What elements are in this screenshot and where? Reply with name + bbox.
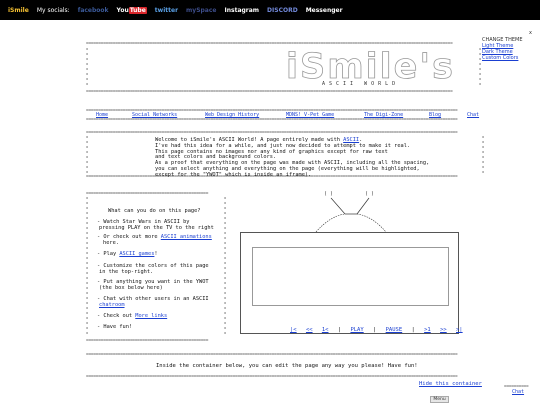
main-nav: ========================================… bbox=[86, 108, 486, 122]
tv-screen bbox=[240, 232, 459, 334]
menu-button[interactable]: Menu bbox=[430, 396, 449, 403]
nav-web-design-history[interactable]: Web Design History bbox=[205, 112, 259, 118]
first-frame-button[interactable]: |< bbox=[290, 327, 297, 333]
youtube-link[interactable]: YouTube bbox=[116, 6, 147, 14]
custom-colors-link[interactable]: Custom Colors bbox=[482, 55, 536, 61]
info-border-bottom: ========================================… bbox=[86, 374, 458, 379]
twitter-link[interactable]: twitter bbox=[155, 7, 178, 14]
list-border-bottom: ========================================… bbox=[86, 338, 209, 343]
tv-controls: |< << 1< | PLAY | PAUSE | >1 >> >| bbox=[290, 327, 469, 333]
nav-chat[interactable]: Chat bbox=[467, 112, 479, 118]
games-text: - Play bbox=[97, 251, 120, 257]
list-title: What can you do on this page? bbox=[108, 208, 201, 214]
list-border-right: = = = = = = = = = = = = = = = = = = = = = = = = = = = = bbox=[224, 196, 227, 336]
site-subtitle: ASCII WORLD bbox=[322, 81, 400, 87]
list-item-ywot-2: (the box below here) bbox=[99, 285, 163, 291]
tv-antenna: ( ) ( ) bbox=[315, 191, 387, 233]
svg-text:( ): ( ) bbox=[324, 191, 333, 197]
list-item-star-wars-2: pressing PLAY on the TV to the right bbox=[99, 225, 214, 231]
list-item-links: - Check out More links bbox=[97, 313, 167, 320]
close-icon[interactable]: x bbox=[529, 30, 532, 36]
instagram-link[interactable]: Instagram bbox=[225, 7, 260, 14]
list-item-customize-2: in the top-right. bbox=[99, 269, 154, 275]
chatroom-link[interactable]: chatroom bbox=[99, 302, 125, 308]
pause-button[interactable]: PAUSE bbox=[386, 327, 403, 333]
tv-display bbox=[252, 247, 449, 306]
last-frame-button[interactable]: >| bbox=[456, 327, 463, 333]
top-nav-bar: iSmile My socials: facebook YouTube twit… bbox=[0, 0, 540, 20]
svg-text:( ): ( ) bbox=[365, 191, 374, 197]
more-links-link[interactable]: More links bbox=[135, 313, 167, 319]
theme-panel: x CHANGE THEME Light Theme Dark Theme Cu… bbox=[476, 30, 536, 61]
games-text-end: ! bbox=[154, 251, 158, 257]
list-item-chat-2: chatroom bbox=[99, 302, 125, 309]
welcome-border-top: ========================================… bbox=[86, 130, 458, 135]
youtube-tube: Tube bbox=[128, 6, 147, 14]
nav-mdns-vpet-game[interactable]: MDNS! V-Pet Game bbox=[286, 112, 334, 118]
info-border-top: ========================================… bbox=[86, 352, 458, 357]
links-text: - Check out bbox=[97, 313, 136, 319]
border-left: = = = = = = = = bbox=[86, 47, 89, 87]
chat-link[interactable]: Chat bbox=[512, 389, 524, 395]
fast-forward-button[interactable]: >> bbox=[440, 327, 447, 333]
ascii-animations-link[interactable]: ASCII animations bbox=[161, 234, 212, 240]
welcome-text: Welcome to iSmile's ASCII World! A page … bbox=[155, 137, 429, 179]
brand-label[interactable]: iSmile bbox=[8, 7, 29, 14]
ascii-games-link[interactable]: ASCII games bbox=[119, 251, 154, 257]
step-forward-button[interactable]: >1 bbox=[424, 327, 431, 333]
welcome-line: except for the "YWOT" which is inside an… bbox=[155, 171, 312, 178]
list-border-left: = = = = = = = = = = = = = = = = = = = = = = = = = = = = bbox=[86, 196, 89, 336]
control-separator: | bbox=[337, 327, 342, 333]
list-item-animations-2: here. bbox=[103, 240, 119, 246]
ywot-info-box: ========================================… bbox=[86, 352, 486, 379]
rewind-button[interactable]: << bbox=[306, 327, 313, 333]
welcome-border-right: = = = = = = = = bbox=[482, 135, 485, 175]
ywot-message: Inside the container below, you can edit… bbox=[156, 363, 418, 369]
control-separator: | bbox=[411, 327, 415, 333]
chat-label-row: Chat bbox=[512, 389, 538, 395]
socials-label: My socials: bbox=[36, 6, 70, 14]
nav-blog[interactable]: Blog bbox=[429, 112, 441, 118]
list-item-fun: - Have fun! bbox=[97, 324, 133, 330]
list-item-games: - Play ASCII games! bbox=[97, 251, 158, 258]
border-bottom: ========================================… bbox=[86, 89, 453, 94]
myspace-link[interactable]: mySpace bbox=[186, 7, 216, 14]
play-button[interactable]: PLAY bbox=[350, 327, 363, 333]
facebook-link[interactable]: facebook bbox=[78, 7, 109, 14]
list-border-top: ========================================… bbox=[86, 191, 209, 196]
welcome-border-left: = = = = = = = = bbox=[86, 135, 89, 175]
messenger-link[interactable]: Messenger bbox=[306, 7, 343, 14]
chat-widget: ========== Chat bbox=[504, 384, 538, 395]
header-box: ========================================… bbox=[86, 41, 482, 94]
youtube-you: You bbox=[116, 6, 129, 14]
step-back-button[interactable]: 1< bbox=[322, 327, 329, 333]
control-separator: | bbox=[373, 327, 377, 333]
hide-container-link[interactable]: Hide this container bbox=[419, 381, 482, 387]
border-right: = = = = = = = = bbox=[479, 47, 482, 87]
nav-social-networks[interactable]: Social Networks bbox=[132, 112, 177, 118]
ascii-tv: ( ) ( ) bbox=[238, 188, 462, 343]
features-box: ============================ ============… bbox=[86, 191, 227, 343]
nav-home[interactable]: Home bbox=[96, 112, 108, 118]
welcome-box: ========================================… bbox=[86, 130, 486, 179]
nav-digi-zone[interactable]: The Digi-Zone bbox=[364, 112, 403, 118]
border-top: ========================================… bbox=[86, 41, 453, 46]
discord-link[interactable]: DISCORD bbox=[267, 7, 298, 14]
